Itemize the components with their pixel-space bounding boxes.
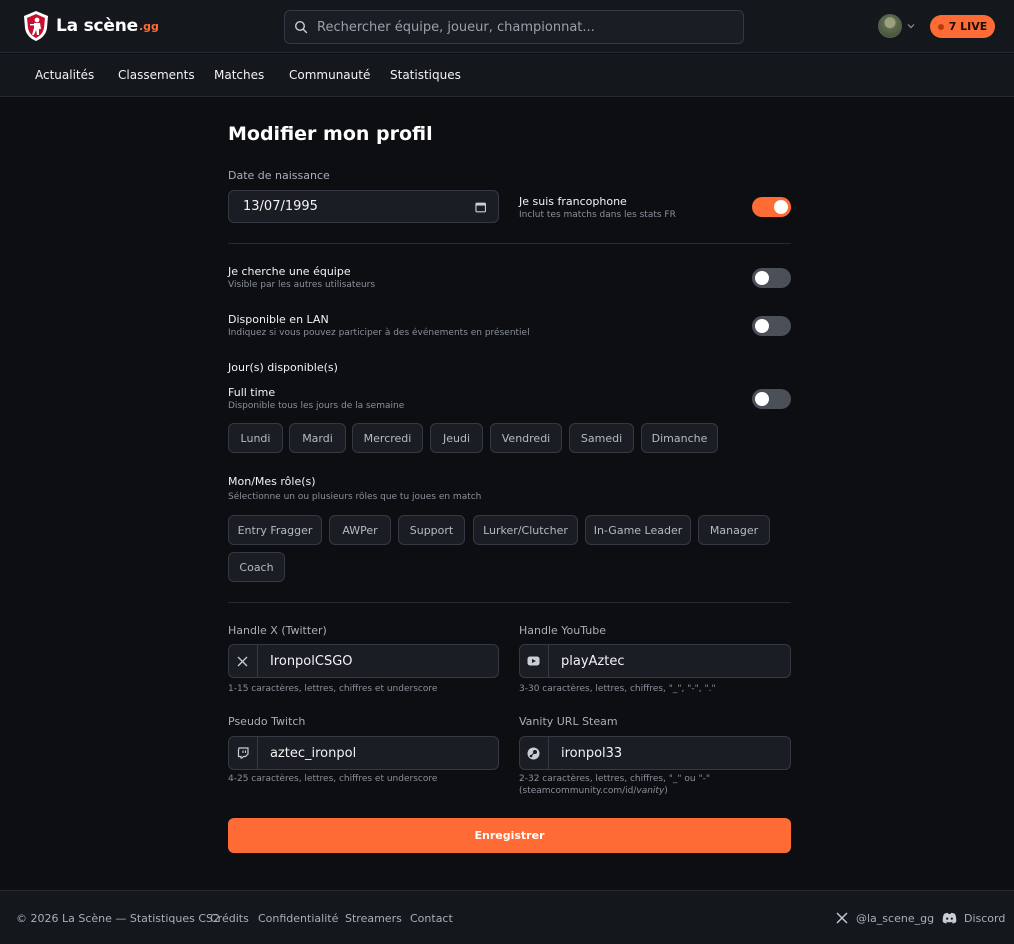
steam-icon: [527, 747, 540, 759]
roles-subtitle: Sélectionne un ou plusieurs rôles que tu…: [228, 492, 482, 502]
lan-title: Disponible en LAN: [228, 313, 329, 326]
days-section-title: Jour(s) disponible(s): [228, 361, 338, 374]
francophone-subtitle: Inclut tes matchs dans les stats FR: [519, 210, 676, 220]
roles-section-title: Mon/Mes rôle(s): [228, 475, 316, 488]
twitter-input[interactable]: [269, 653, 498, 669]
divider: [228, 602, 791, 603]
twitter-label: Handle X (Twitter): [228, 624, 327, 637]
search-input[interactable]: [317, 19, 743, 35]
brand-suffix: .gg: [138, 19, 159, 33]
role-chip-entry-fragger[interactable]: Entry Fragger: [228, 515, 322, 545]
day-chip-jeudi[interactable]: Jeudi: [430, 423, 483, 453]
steam-hint-line2-suffix: ): [664, 786, 668, 796]
toggle-knob: [774, 200, 788, 214]
footer-link-streamers[interactable]: Streamers: [345, 912, 402, 925]
nav-actualites[interactable]: Actualités: [35, 68, 94, 82]
youtube-prefix: [520, 645, 549, 677]
steam-field[interactable]: [519, 736, 791, 770]
twitter-hint: 1-15 caractères, lettres, chiffres et un…: [228, 684, 438, 694]
avatar[interactable]: [878, 14, 902, 38]
lan-subtitle: Indiquez si vous pouvez participer à des…: [228, 328, 530, 338]
role-chip-igl[interactable]: In-Game Leader: [585, 515, 691, 545]
footer: © 2026 La Scène — Statistiques CS2 Crédi…: [0, 890, 1014, 944]
team-search-title: Je cherche une équipe: [228, 265, 351, 278]
shield-logo-icon: [24, 11, 48, 41]
fulltime-subtitle: Disponible tous les jours de la semaine: [228, 401, 405, 411]
calendar-icon[interactable]: [474, 201, 486, 213]
fulltime-title: Full time: [228, 386, 276, 399]
footer-link-credits[interactable]: Crédits: [210, 912, 249, 925]
footer-x-handle[interactable]: @la_scene_gg: [856, 912, 934, 925]
role-chip-manager[interactable]: Manager: [698, 515, 770, 545]
search-icon: [294, 20, 308, 34]
x-logo-icon[interactable]: [836, 912, 848, 924]
steam-label: Vanity URL Steam: [519, 715, 618, 728]
nav-classements[interactable]: Classements: [118, 68, 195, 82]
role-chip-lurker-clutcher[interactable]: Lurker/Clutcher: [473, 515, 578, 545]
day-chip-dimanche[interactable]: Dimanche: [641, 423, 718, 453]
save-button[interactable]: Enregistrer: [228, 818, 791, 853]
birthdate-input[interactable]: [243, 199, 475, 214]
live-count: 7 LIVE: [948, 20, 988, 33]
nav-statistiques[interactable]: Statistiques: [390, 68, 461, 82]
day-chip-mardi[interactable]: Mardi: [289, 423, 346, 453]
francophone-title: Je suis francophone: [519, 195, 627, 208]
divider: [228, 243, 791, 244]
main-nav: Actualités Classements Matches Communaut…: [0, 54, 1014, 97]
user-menu[interactable]: [878, 14, 915, 38]
youtube-hint: 3-30 caractères, lettres, chiffres, "_",…: [519, 684, 716, 694]
site-logo[interactable]: La scène .gg: [22, 10, 159, 42]
role-chip-coach[interactable]: Coach: [228, 552, 285, 582]
youtube-input[interactable]: [560, 653, 790, 669]
steam-prefix: [520, 737, 549, 769]
birthdate-field[interactable]: [228, 190, 499, 223]
role-chip-awper[interactable]: AWPer: [329, 515, 391, 545]
role-chip-support[interactable]: Support: [398, 515, 465, 545]
youtube-icon: [527, 656, 540, 666]
steam-hint-line2-prefix: (steamcommunity.com/id/: [519, 786, 637, 796]
top-header: La scène.gg 7 LIVE: [0, 0, 1014, 53]
day-chip-samedi[interactable]: Samedi: [569, 423, 634, 453]
footer-link-contact[interactable]: Contact: [410, 912, 453, 925]
steam-input[interactable]: [560, 745, 790, 761]
twitch-field[interactable]: [228, 736, 499, 770]
fulltime-toggle[interactable]: [752, 389, 791, 409]
birthdate-label: Date de naissance: [228, 169, 330, 182]
twitch-hint: 4-25 caractères, lettres, chiffres et un…: [228, 774, 438, 784]
day-chip-vendredi[interactable]: Vendredi: [490, 423, 562, 453]
toggle-knob: [755, 319, 769, 333]
footer-copyright: © 2026 La Scène — Statistiques CS2: [16, 912, 220, 925]
brand-name: La scène: [56, 16, 138, 36]
twitch-prefix: [229, 737, 258, 769]
steam-hint-line1: 2-32 caractères, lettres, chiffres, "_" …: [519, 774, 711, 784]
toggle-knob: [755, 271, 769, 285]
twitch-label: Pseudo Twitch: [228, 715, 306, 728]
footer-discord[interactable]: Discord: [964, 912, 1005, 925]
youtube-label: Handle YouTube: [519, 624, 607, 637]
chevron-down-icon: [907, 24, 915, 29]
day-chip-lundi[interactable]: Lundi: [228, 423, 283, 453]
live-badge[interactable]: 7 LIVE: [930, 15, 995, 38]
twitter-field[interactable]: [228, 644, 499, 678]
search-bar[interactable]: [284, 10, 744, 44]
nav-matches[interactable]: Matches: [214, 68, 264, 82]
twitter-prefix: [229, 645, 258, 677]
discord-icon[interactable]: [942, 912, 957, 924]
x-logo-icon: [238, 656, 248, 666]
day-chip-mercredi[interactable]: Mercredi: [352, 423, 423, 453]
page-title: Modifier mon profil: [228, 123, 433, 145]
toggle-knob: [755, 392, 769, 406]
youtube-field[interactable]: [519, 644, 791, 678]
twitch-icon: [237, 747, 249, 759]
live-dot-icon: [937, 23, 944, 30]
lan-toggle[interactable]: [752, 316, 791, 336]
francophone-toggle[interactable]: [752, 197, 791, 217]
twitch-input[interactable]: [269, 745, 498, 761]
footer-link-privacy[interactable]: Confidentialité: [258, 912, 338, 925]
steam-hint: 2-32 caractères, lettres, chiffres, "_" …: [519, 773, 710, 797]
steam-hint-line2-italic: vanity: [636, 786, 665, 796]
team-search-subtitle: Visible par les autres utilisateurs: [228, 280, 376, 290]
nav-communaute[interactable]: Communauté: [289, 68, 370, 82]
team-search-toggle[interactable]: [752, 268, 791, 288]
